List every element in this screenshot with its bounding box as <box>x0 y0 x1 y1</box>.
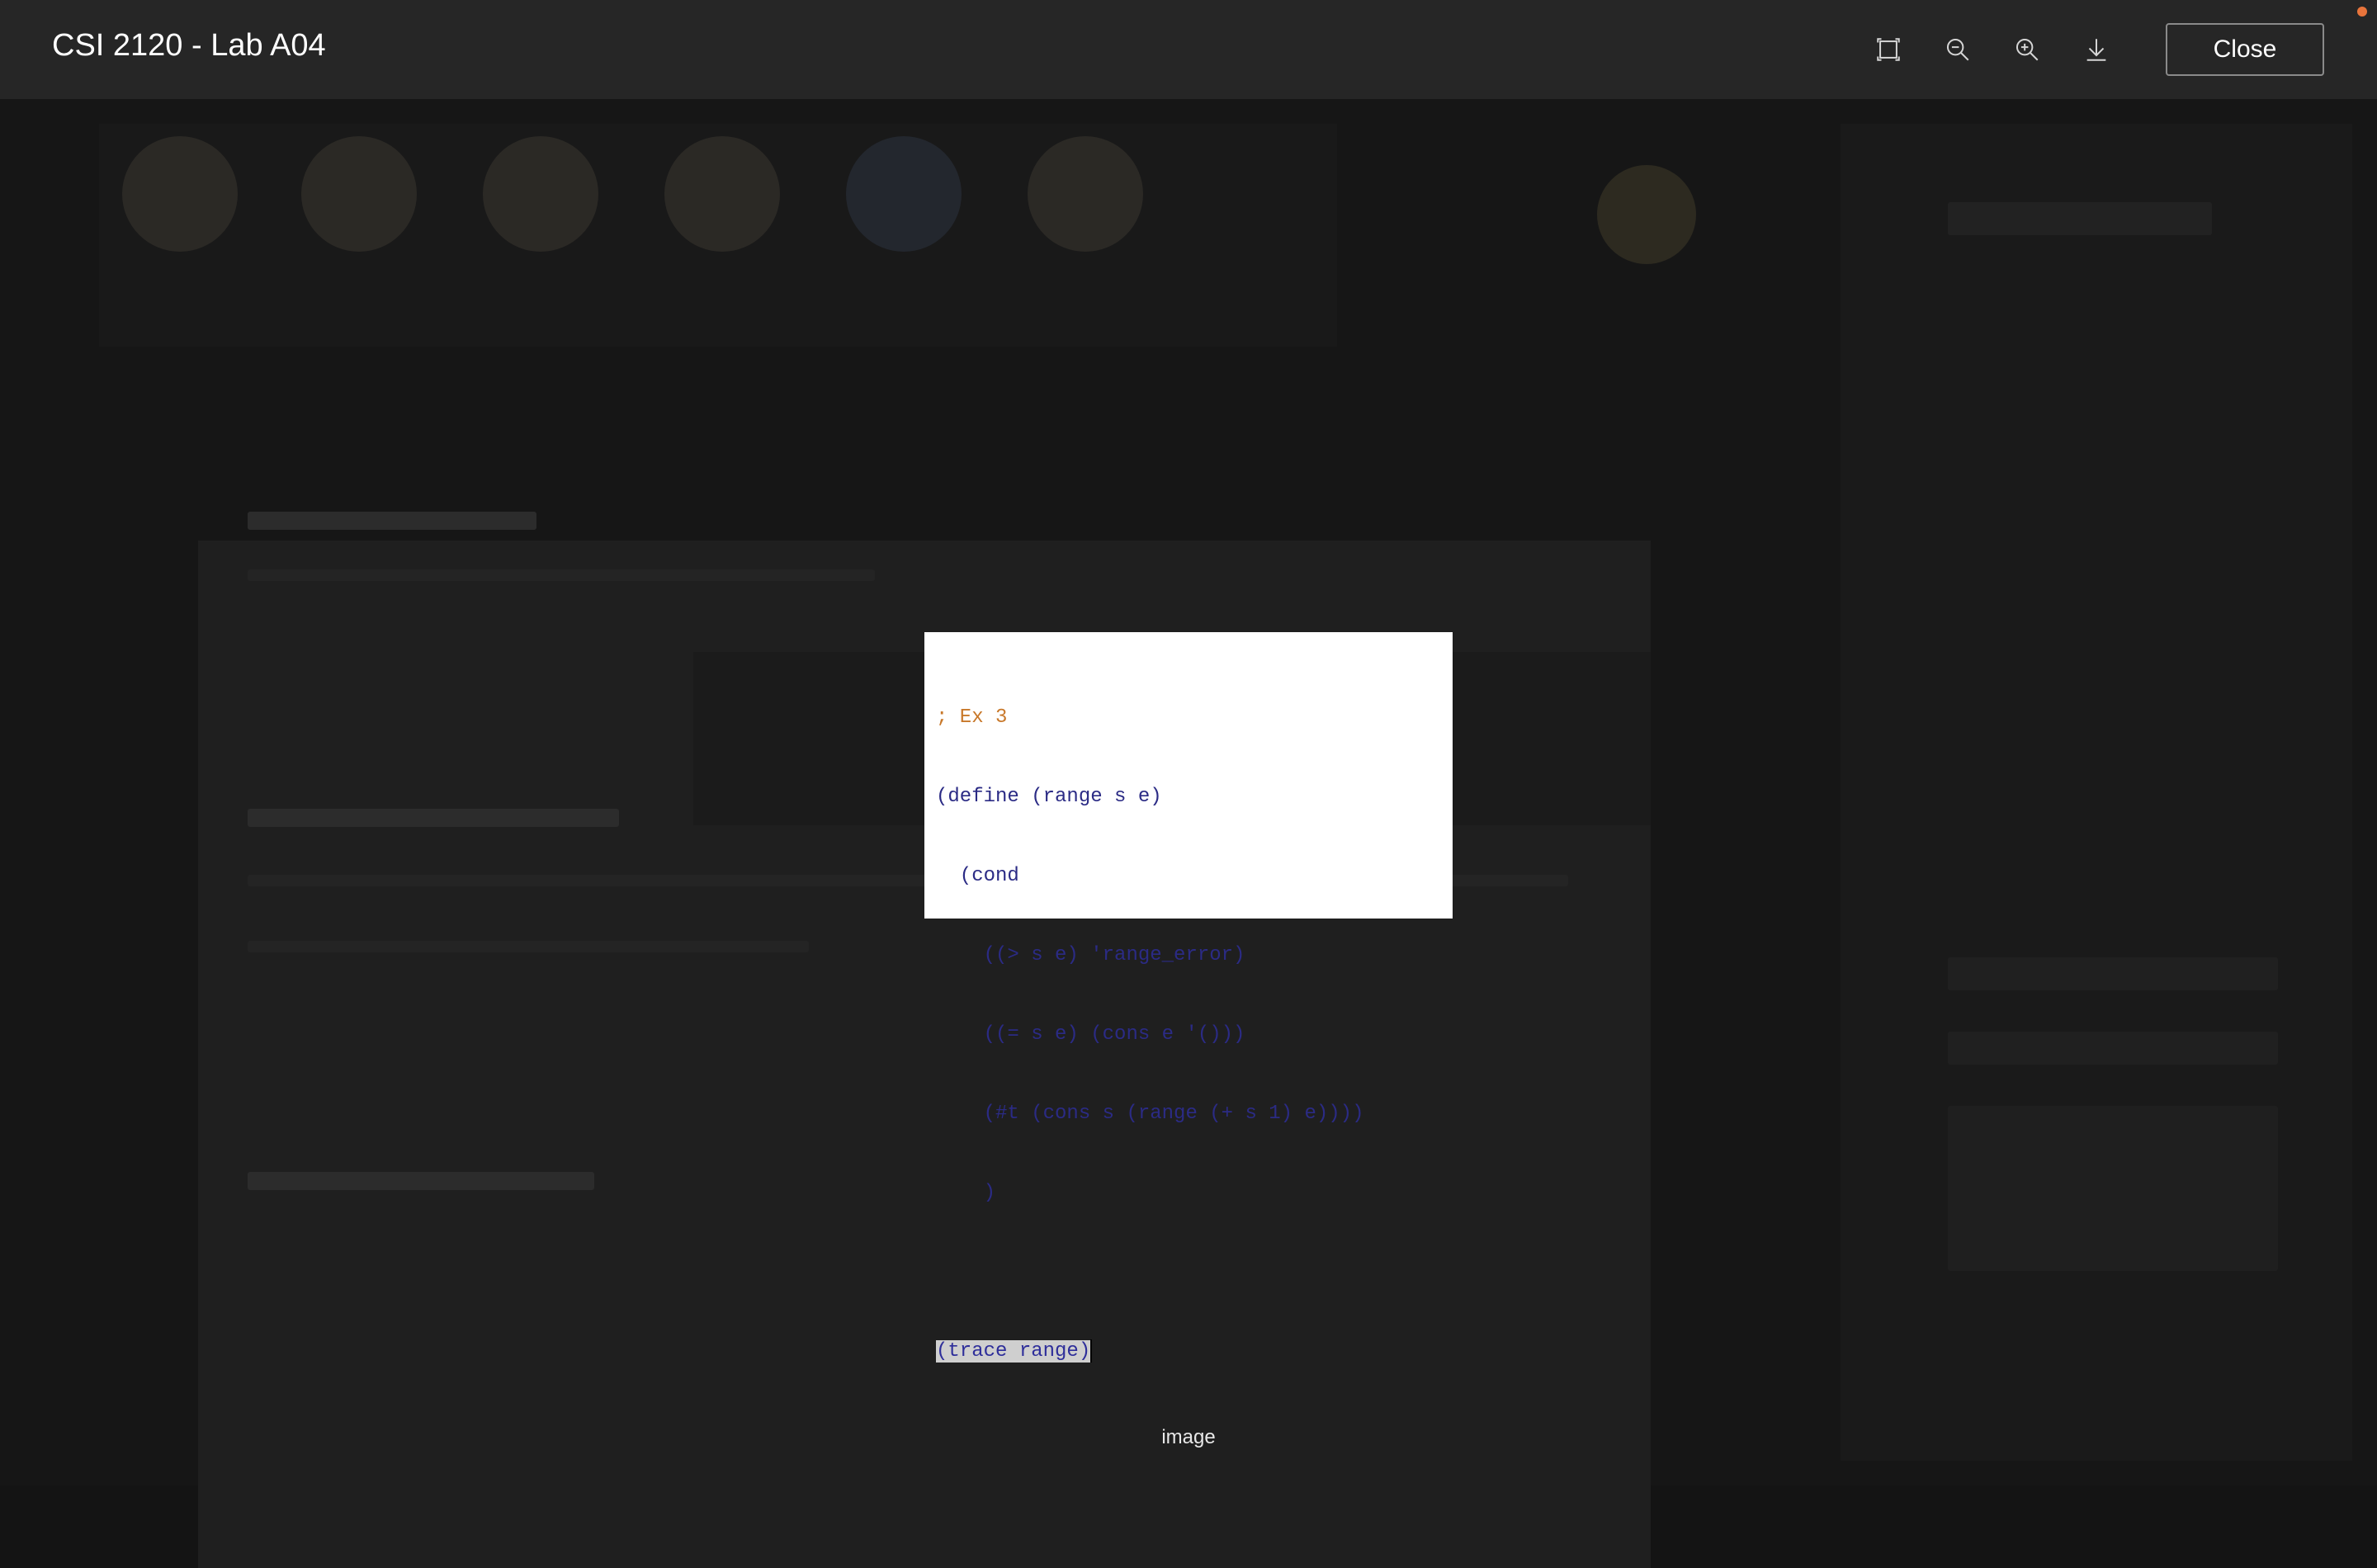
chat-placeholder <box>1948 1106 2278 1271</box>
zoom-in-icon <box>2015 38 2039 61</box>
code-line: (define (range s e) <box>936 786 1162 808</box>
fit-screen-button[interactable] <box>1869 30 1908 69</box>
code-snippet: ; Ex 3 (define (range s e) (cond ((> s e… <box>936 652 1441 1418</box>
code-line: (#t (cons s (range (+ s 1) e)))) <box>936 1103 1364 1125</box>
doc-heading-placeholder <box>248 512 536 530</box>
zoom-in-button[interactable] <box>2007 30 2047 69</box>
avatar <box>846 136 962 252</box>
doc-heading-placeholder <box>248 809 619 827</box>
zoom-out-icon <box>1946 38 1969 61</box>
download-icon <box>2086 39 2106 61</box>
avatar <box>301 136 417 252</box>
doc-line-placeholder <box>248 569 875 581</box>
zoom-out-button[interactable] <box>1938 30 1978 69</box>
chat-placeholder <box>1948 1032 2278 1065</box>
previewed-image: ; Ex 3 (define (range s e) (cond ((> s e… <box>924 632 1453 1363</box>
avatar <box>122 136 238 252</box>
avatar <box>483 136 598 252</box>
code-line: (cond <box>936 865 1019 887</box>
download-button[interactable] <box>2077 30 2116 69</box>
doc-heading-placeholder <box>248 1172 594 1190</box>
close-button[interactable]: Close <box>2166 23 2324 76</box>
code-line: ) <box>936 1182 996 1204</box>
chat-placeholder <box>1948 957 2278 990</box>
selected-text: (trace range) <box>936 1340 1091 1363</box>
chat-placeholder <box>1948 202 2212 235</box>
avatar <box>1028 136 1143 252</box>
avatar <box>664 136 780 252</box>
code-line: ((> s e) 'range_error) <box>936 944 1245 966</box>
image-viewer-toolbar: CSI 2120 - Lab A04 Close <box>0 0 2377 99</box>
text-caret <box>1090 1339 1093 1363</box>
code-line-selected: (trace range) <box>936 1339 1441 1365</box>
avatar <box>1597 165 1696 264</box>
page-title: CSI 2120 - Lab A04 <box>52 28 326 63</box>
fit-screen-icon <box>1877 38 1900 61</box>
doc-line-placeholder <box>248 941 809 952</box>
notification-dot <box>2357 7 2367 17</box>
code-line: ((= s e) (cons e '())) <box>936 1023 1245 1046</box>
code-line: ; Ex 3 <box>936 706 1008 729</box>
image-caption: image <box>1161 1426 1216 1448</box>
